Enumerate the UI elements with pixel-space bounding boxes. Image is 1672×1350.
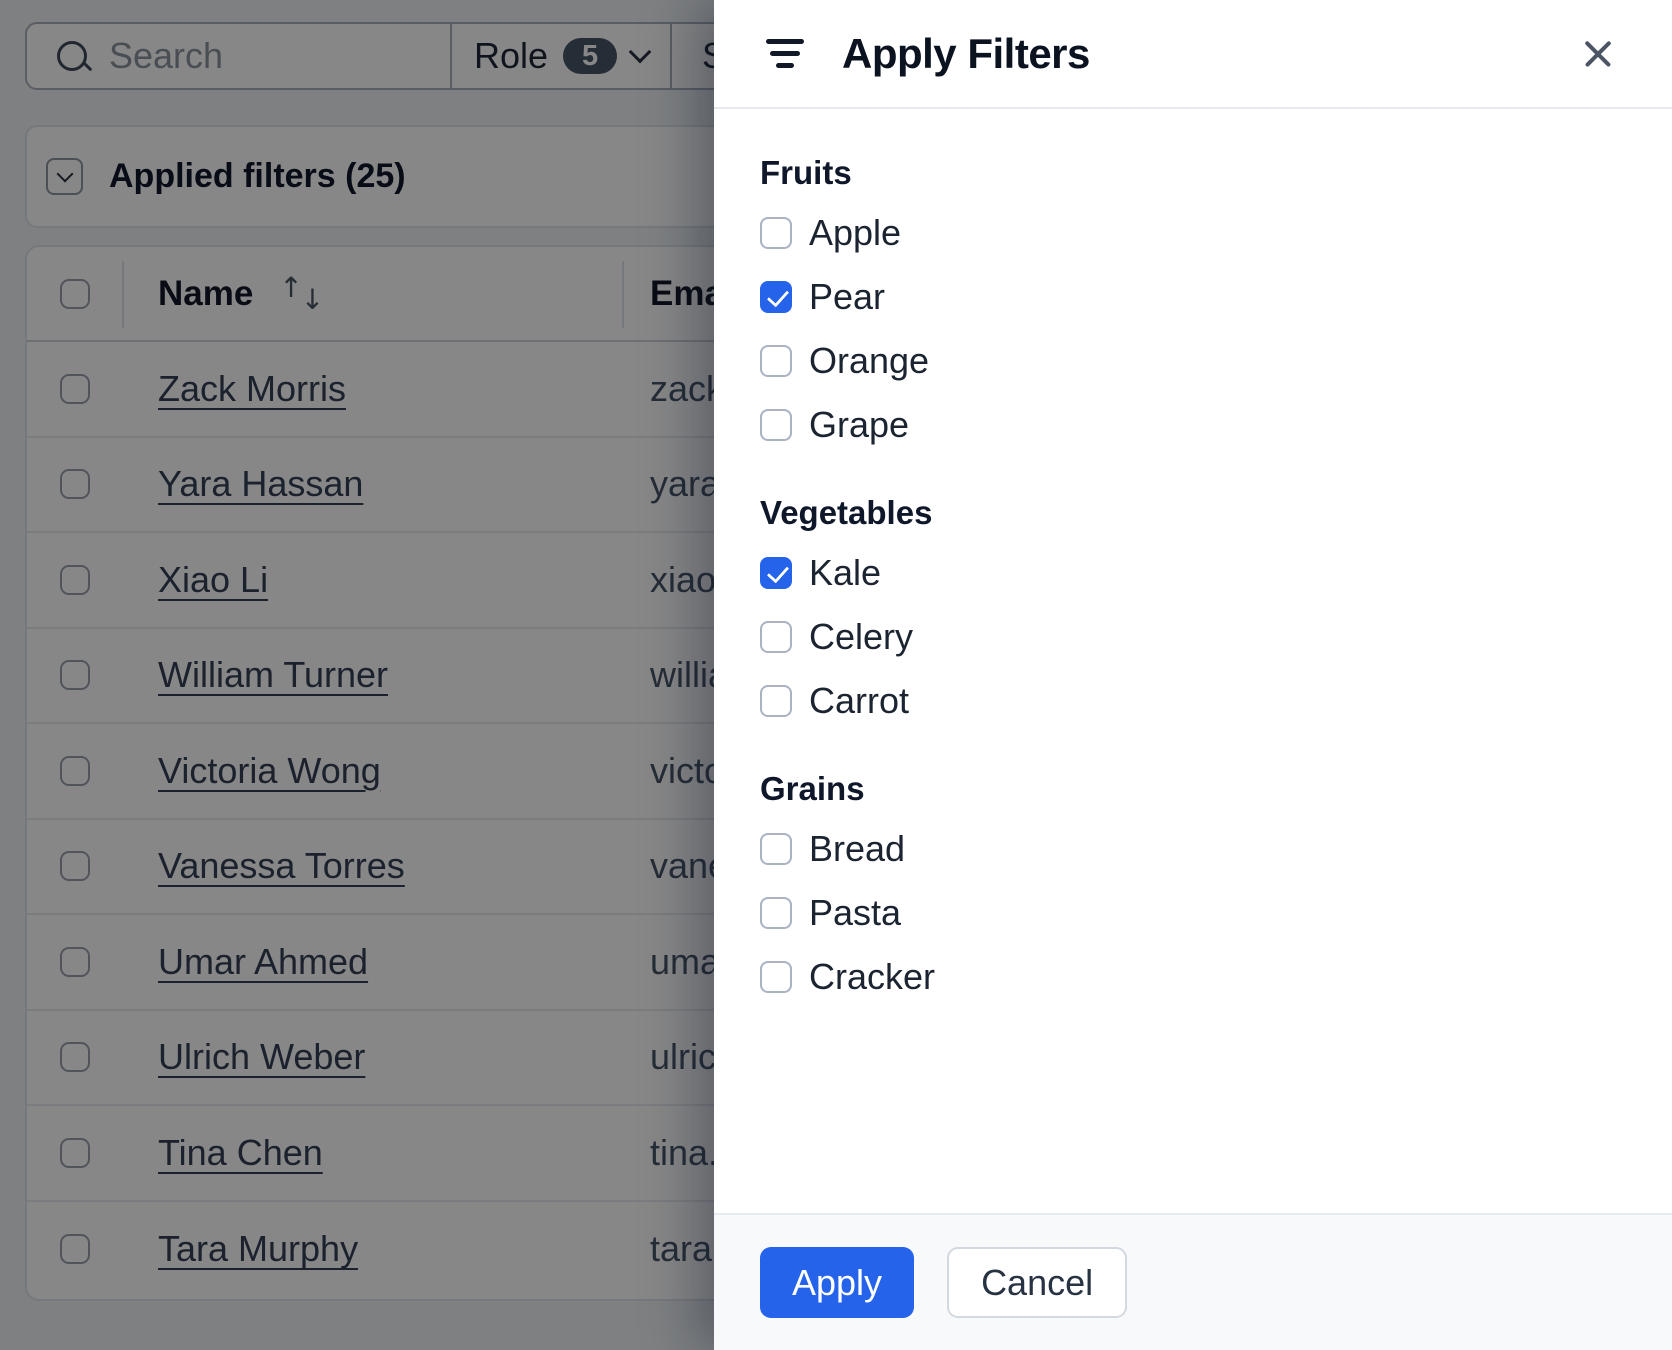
filter-option-label: Orange [809,340,930,381]
apply-button[interactable]: Apply [760,1247,915,1318]
filter-section-heading: Grains [760,770,865,807]
checkbox-unchecked-icon[interactable] [760,685,792,717]
filter-option-label: Cracker [809,956,936,997]
filter-option-kale[interactable]: Kale [760,541,1622,605]
checkbox-unchecked-icon[interactable] [760,217,792,249]
drawer-content: Fruits Apple Pear Orange Grape Vegetables Kale… [714,109,1672,1213]
close-button[interactable] [1576,32,1620,76]
filter-option-label: Carrot [809,680,910,721]
filter-option-label: Grape [809,404,910,445]
checkbox-checked-icon[interactable] [760,557,792,589]
filter-option-celery[interactable]: Celery [760,605,1622,669]
filter-option-cracker[interactable]: Cracker [760,945,1622,1009]
cancel-button[interactable]: Cancel [947,1247,1128,1318]
checkbox-unchecked-icon[interactable] [760,409,792,441]
drawer-title: Apply Filters [842,29,1090,77]
filter-option-carrot[interactable]: Carrot [760,669,1622,733]
filter-option-pasta[interactable]: Pasta [760,881,1622,945]
filter-option-orange[interactable]: Orange [760,329,1622,393]
checkbox-unchecked-icon[interactable] [760,897,792,929]
filter-option-apple[interactable]: Apple [760,201,1622,265]
checkbox-unchecked-icon[interactable] [760,961,792,993]
filter-option-bread[interactable]: Bread [760,817,1622,881]
filter-option-label: Kale [809,552,882,593]
filter-icon [766,39,804,68]
app-root: Role 5 S Applied filters (25) Name ↑↓ [0,0,1672,1350]
checkbox-unchecked-icon[interactable] [760,833,792,865]
drawer-header: Apply Filters [714,0,1672,109]
filter-option-label: Bread [809,828,906,869]
checkbox-checked-icon[interactable] [760,281,792,313]
filter-option-label: Pasta [809,892,902,933]
filter-section-heading: Fruits [760,154,852,191]
checkbox-unchecked-icon[interactable] [760,621,792,653]
filter-option-label: Apple [809,212,902,253]
filter-option-label: Pear [809,276,886,317]
checkbox-unchecked-icon[interactable] [760,345,792,377]
filter-option-label: Celery [809,616,914,657]
filter-option-grape[interactable]: Grape [760,393,1622,457]
filter-section-heading: Vegetables [760,494,933,531]
apply-filters-drawer: Apply Filters Fruits Apple Pear Orange Grape… [714,0,1672,1350]
filter-option-pear[interactable]: Pear [760,265,1622,329]
drawer-footer: Apply Cancel [714,1213,1672,1350]
